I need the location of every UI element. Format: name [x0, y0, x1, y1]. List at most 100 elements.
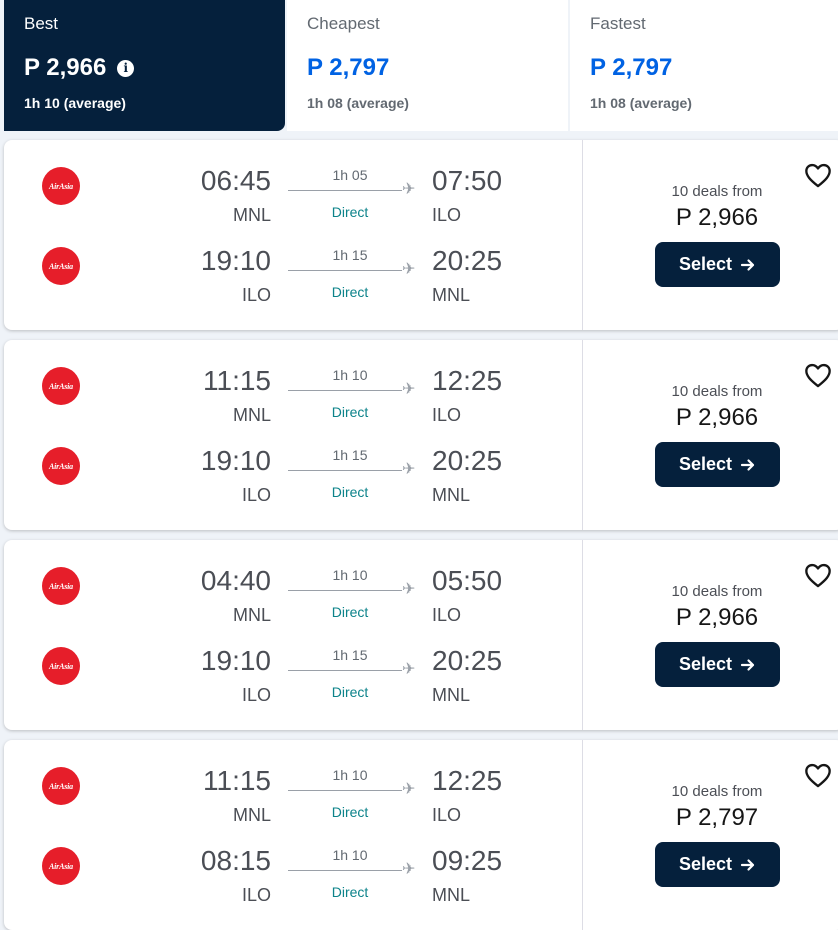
- arrow-right-icon: [740, 458, 755, 471]
- route-line: [288, 390, 402, 391]
- select-button[interactable]: Select: [655, 642, 780, 687]
- flight-duration: 1h 10: [332, 847, 368, 863]
- tab-best[interactable]: Best P 2,966 i 1h 10 (average): [4, 0, 285, 131]
- flight-legs: AirAsia 06:45 MNL 1h 05 ✈ Direct 07:50 I…: [4, 140, 582, 330]
- stops-label: Direct: [331, 884, 369, 900]
- select-button-label: Select: [678, 654, 733, 674]
- plane-icon: ✈: [402, 461, 416, 478]
- flight-result-card[interactable]: AirAsia 04:40 MNL 1h 10 ✈ Direct 05:50 I…: [4, 540, 838, 730]
- flight-result-card[interactable]: AirAsia 11:15 MNL 1h 10 ✈ Direct 12:25 I…: [4, 340, 838, 530]
- flight-leg-return: AirAsia 19:10 ILO 1h 15 ✈ Direct 20:25 M…: [4, 442, 582, 505]
- route-line: [288, 870, 402, 871]
- price: P 2,797: [675, 804, 759, 831]
- route-line: [288, 790, 402, 791]
- departure-time: 11:15: [203, 365, 271, 396]
- airline-logo: AirAsia: [42, 167, 80, 205]
- tab-best-title: Best: [24, 14, 59, 33]
- departure-time: 19:10: [200, 645, 271, 676]
- departure-time: 11:15: [203, 765, 271, 796]
- arrival-airport: ILO: [432, 805, 462, 825]
- departure-airport: MNL: [232, 205, 271, 225]
- price: P 2,966: [675, 604, 759, 631]
- arrival-time: 12:25: [432, 365, 503, 396]
- airline-logo-text: AirAsia: [49, 181, 73, 191]
- flight-result-card[interactable]: AirAsia 11:15 MNL 1h 10 ✈ Direct 12:25 I…: [4, 740, 838, 930]
- tab-fastest-price: P 2,797: [590, 54, 673, 81]
- airline-logo: AirAsia: [42, 447, 80, 485]
- plane-icon: ✈: [402, 581, 416, 598]
- route-line: [288, 190, 402, 191]
- plane-icon: ✈: [402, 181, 416, 198]
- flight-duration: 1h 15: [332, 447, 368, 463]
- airline-logo-text: AirAsia: [49, 261, 73, 271]
- flight-leg-outbound: AirAsia 11:15 MNL 1h 10 ✈ Direct 12:25 I…: [4, 362, 582, 425]
- tab-best-price: P 2,966: [24, 54, 107, 81]
- departure-airport: MNL: [232, 405, 271, 425]
- flight-leg-return: AirAsia 19:10 ILO 1h 15 ✈ Direct 20:25 M…: [4, 242, 582, 305]
- airline-logo: AirAsia: [42, 567, 80, 605]
- arrival-airport: MNL: [432, 285, 471, 305]
- airline-logo-text: AirAsia: [49, 581, 73, 591]
- departure-time: 08:15: [200, 845, 271, 876]
- select-button-label: Select: [678, 254, 733, 274]
- departure-airport: MNL: [232, 805, 271, 825]
- arrival-airport: ILO: [432, 205, 462, 225]
- stops-label: Direct: [331, 204, 369, 220]
- tab-cheapest-price: P 2,797: [307, 54, 390, 81]
- arrival-time: 20:25: [432, 245, 503, 276]
- flight-duration: 1h 15: [332, 647, 368, 663]
- info-icon[interactable]: i: [117, 59, 135, 77]
- stops-label: Direct: [331, 604, 369, 620]
- airline-logo-text: AirAsia: [49, 781, 73, 791]
- select-button[interactable]: Select: [655, 842, 780, 887]
- price: P 2,966: [675, 204, 759, 231]
- stops-label: Direct: [331, 684, 369, 700]
- airline-logo-text: AirAsia: [49, 461, 73, 471]
- tab-cheapest-duration: 1h 08 (average): [307, 95, 409, 111]
- airline-logo: AirAsia: [42, 767, 80, 805]
- price: P 2,966: [675, 404, 759, 431]
- departure-time: 19:10: [200, 245, 271, 276]
- card-divider: [582, 740, 583, 930]
- arrival-airport: MNL: [432, 885, 471, 905]
- arrival-airport: ILO: [432, 605, 462, 625]
- flight-leg-return: AirAsia 08:15 ILO 1h 10 ✈ Direct 09:25 M…: [4, 842, 582, 905]
- departure-time: 19:10: [200, 445, 271, 476]
- flight-leg-outbound: AirAsia 04:40 MNL 1h 10 ✈ Direct 05:50 I…: [4, 562, 582, 625]
- airline-logo: AirAsia: [42, 247, 80, 285]
- departure-time: 04:40: [200, 565, 271, 596]
- tab-fastest-duration: 1h 08 (average): [590, 95, 692, 111]
- route-line: [288, 470, 402, 471]
- sort-tabs: Best P 2,966 i 1h 10 (average) Cheapest …: [0, 0, 838, 131]
- tab-cheapest[interactable]: Cheapest P 2,797 1h 08 (average): [287, 0, 568, 131]
- arrow-right-icon: [740, 658, 755, 671]
- tab-fastest[interactable]: Fastest P 2,797 1h 08 (average): [570, 0, 838, 131]
- plane-icon: ✈: [402, 861, 416, 878]
- select-button[interactable]: Select: [655, 442, 780, 487]
- flight-leg-return: AirAsia 19:10 ILO 1h 15 ✈ Direct 20:25 M…: [4, 642, 582, 705]
- tab-best-price-row: P 2,966 i: [24, 53, 285, 83]
- select-button-label: Select: [678, 454, 733, 474]
- flight-duration: 1h 10: [332, 367, 368, 383]
- deals-count: 10 deals from: [671, 183, 763, 200]
- arrival-time: 20:25: [432, 645, 503, 676]
- airline-logo-text: AirAsia: [49, 381, 73, 391]
- departure-airport: ILO: [241, 285, 271, 305]
- select-button[interactable]: Select: [655, 242, 780, 287]
- stops-label: Direct: [331, 284, 369, 300]
- flight-duration: 1h 15: [332, 247, 368, 263]
- stops-label: Direct: [331, 404, 369, 420]
- deals-count: 10 deals from: [671, 783, 763, 800]
- arrival-time: 09:25: [432, 845, 503, 876]
- departure-time: 06:45: [200, 165, 271, 196]
- airline-logo: AirAsia: [42, 647, 80, 685]
- flight-legs: AirAsia 04:40 MNL 1h 10 ✈ Direct 05:50 I…: [4, 540, 582, 730]
- flight-result-card[interactable]: AirAsia 06:45 MNL 1h 05 ✈ Direct 07:50 I…: [4, 140, 838, 330]
- deals-count: 10 deals from: [671, 583, 763, 600]
- airline-logo-text: AirAsia: [49, 661, 73, 671]
- plane-icon: ✈: [402, 661, 416, 678]
- departure-airport: ILO: [241, 485, 271, 505]
- arrival-time: 07:50: [432, 165, 503, 196]
- flight-leg-outbound: AirAsia 11:15 MNL 1h 10 ✈ Direct 12:25 I…: [4, 762, 582, 825]
- plane-icon: ✈: [402, 781, 416, 798]
